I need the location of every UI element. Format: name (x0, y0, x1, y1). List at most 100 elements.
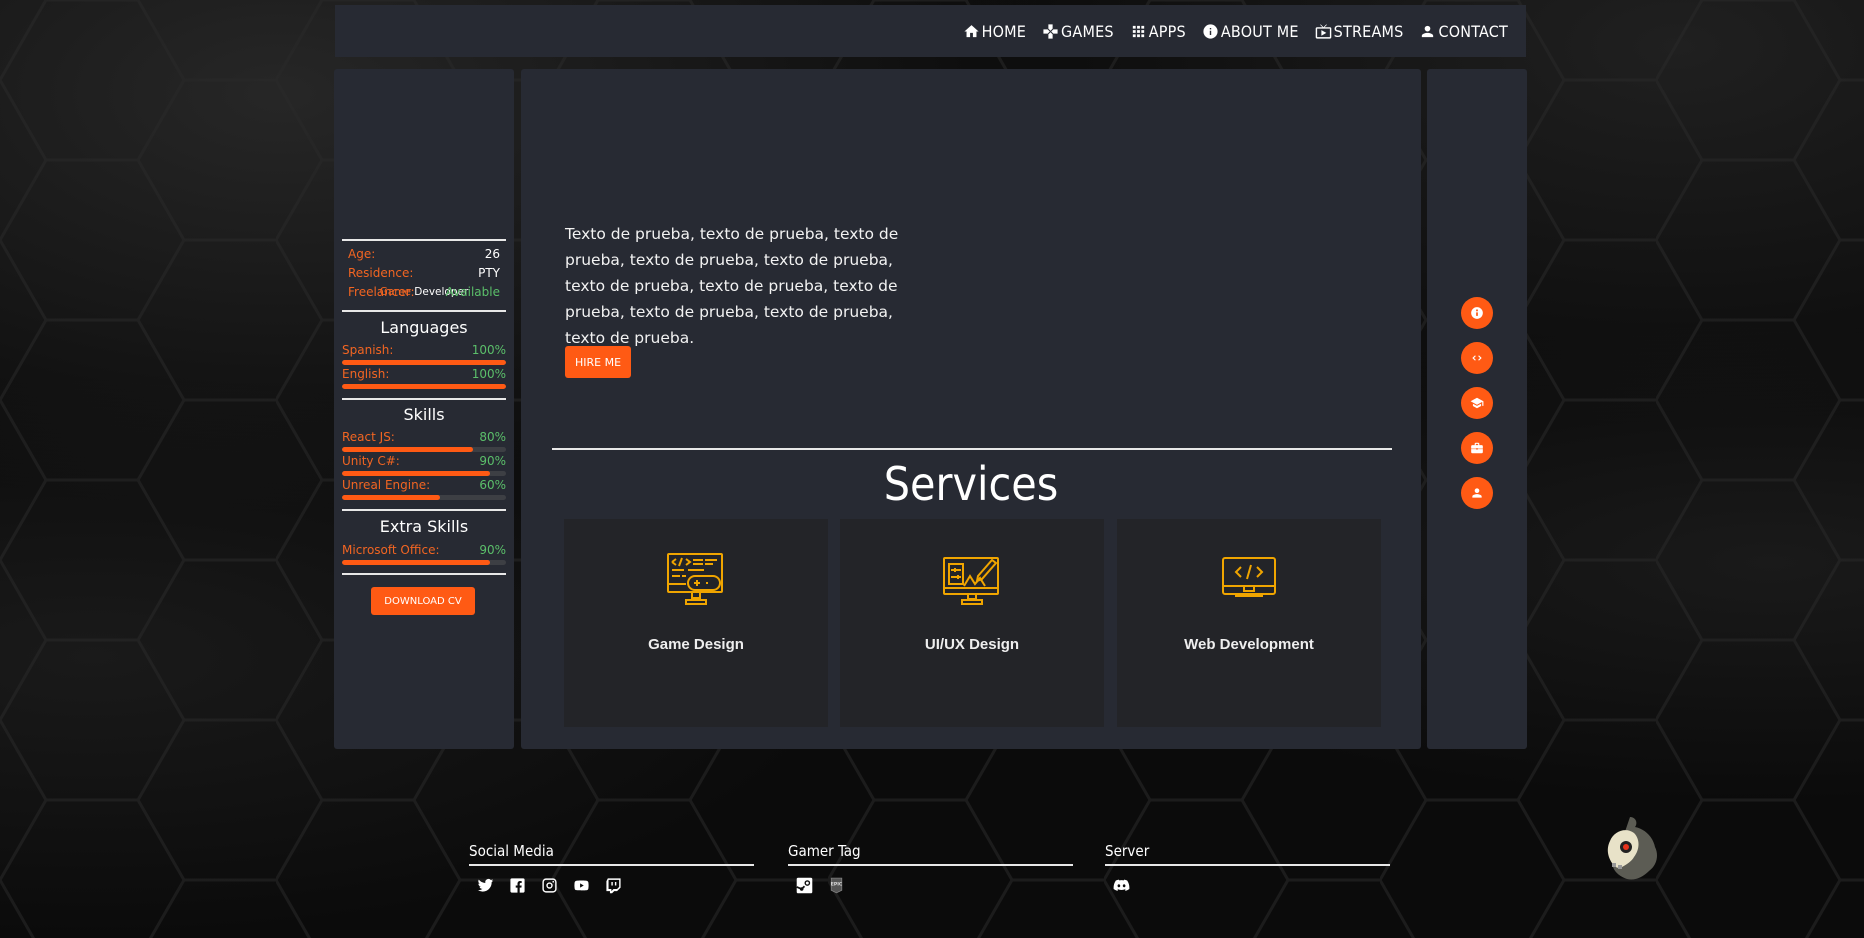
service-card-game-design[interactable]: Game Design (564, 519, 828, 727)
progress-track (342, 360, 506, 365)
nav-about-me[interactable]: ABOUT ME (1202, 22, 1299, 41)
side-nav-info-button[interactable] (1461, 297, 1493, 329)
skill-percent: 80% (479, 430, 506, 444)
svg-text:EPIC: EPIC (830, 881, 842, 887)
service-card-uiux-design[interactable]: UI/UX Design (840, 519, 1104, 727)
divider (342, 239, 506, 241)
monitor-gamepad-icon (667, 553, 723, 605)
progress-track (342, 495, 506, 500)
apps-grid-icon (1132, 25, 1144, 37)
service-title: UI/UX Design (924, 636, 1020, 653)
briefcase-icon (1471, 442, 1483, 454)
side-nav-experience-button[interactable] (1461, 432, 1493, 464)
service-title: Game Design (648, 636, 744, 653)
section-divider (552, 448, 1392, 450)
skill-percent: 100% (471, 343, 506, 357)
info-icon (1471, 307, 1483, 319)
side-nav-contact-button[interactable] (1461, 477, 1493, 509)
progress-track (342, 447, 506, 452)
tv-play-icon (1315, 23, 1331, 39)
skill-row: Microsoft Office: 90% (342, 543, 506, 565)
info-residence: Residence: PTY (348, 266, 500, 280)
youtube-link[interactable] (571, 875, 591, 895)
epic-games-link[interactable]: EPIC (826, 875, 846, 895)
info-label: Freelancer: (348, 285, 415, 299)
skill-label: React JS: (342, 430, 395, 444)
steam-link[interactable] (794, 875, 814, 895)
info-label: Age: (348, 247, 376, 261)
twitch-link[interactable] (603, 875, 623, 895)
nav-home-label: HOME (981, 21, 1027, 41)
service-card-web-development[interactable]: Web Development (1117, 519, 1381, 727)
steam-icon (795, 877, 812, 893)
main-content: Texto de prueba, texto de prueba, texto … (521, 69, 1421, 749)
epic-games-icon: EPIC (830, 877, 842, 893)
top-navbar: HOME GAMES APPS ABOUT ME STREAMS CONTACT (335, 5, 1526, 57)
skill-row: Unreal Engine: 60% (342, 478, 506, 500)
side-nav-code-button[interactable] (1461, 342, 1493, 374)
person-icon (1422, 25, 1434, 37)
divider (342, 310, 506, 312)
info-freelancer: Freelancer: Available (348, 285, 500, 299)
nav-streams[interactable]: STREAMS (1315, 22, 1404, 41)
info-value: Available (445, 285, 500, 299)
skill-percent: 60% (479, 478, 506, 492)
nav-contact-label: CONTACT (1438, 21, 1508, 41)
profile-sidebar: Game Developer Age: 26 Residence: PTY Fr… (334, 69, 514, 749)
twitter-link[interactable] (475, 875, 495, 895)
nav-home[interactable]: HOME (963, 22, 1026, 41)
hire-me-button[interactable]: HIRE ME (565, 346, 631, 378)
progress-fill (342, 560, 490, 565)
progress-track (342, 560, 506, 565)
instagram-link[interactable] (539, 875, 559, 895)
progress-track (342, 384, 506, 389)
download-cv-button[interactable]: DOWNLOAD CV (371, 587, 475, 615)
nav-streams-label: STREAMS (1333, 21, 1404, 41)
facebook-icon (509, 877, 525, 893)
progress-fill (342, 495, 441, 500)
intro-text: Texto de prueba, texto de prueba, texto … (565, 225, 899, 347)
skill-row: React JS: 80% (342, 430, 506, 452)
nav-games-label: GAMES (1061, 21, 1114, 41)
languages-title: Languages (380, 318, 468, 337)
divider (342, 573, 506, 575)
info-icon (1203, 23, 1218, 39)
service-title: Web Development (1184, 636, 1314, 653)
skill-row: Unity C#: 90% (342, 454, 506, 476)
footer-server-title: Server (1105, 842, 1390, 866)
skill-percent: 100% (471, 367, 506, 381)
footer-gamer-tag: Gamer Tag EPIC (788, 842, 1073, 895)
skill-label: Spanish: (342, 343, 394, 357)
info-age: Age: 26 (348, 247, 500, 261)
ghost-mascot-image (1607, 817, 1657, 880)
info-value: PTY (478, 266, 500, 280)
home-icon (963, 24, 979, 37)
discord-link[interactable] (1111, 875, 1131, 895)
youtube-icon (573, 880, 589, 890)
extra-skills-title: Extra Skills (379, 517, 469, 536)
nav-apps-label: APPS (1148, 21, 1186, 41)
nav-contact[interactable]: CONTACT (1419, 22, 1508, 41)
skill-row: Spanish: 100% (342, 343, 506, 365)
skill-row: English: 100% (342, 367, 506, 389)
monitor-design-icon (943, 557, 999, 605)
footer-social-media: Social Media (469, 842, 754, 895)
progress-fill (342, 384, 506, 389)
divider (342, 509, 506, 511)
facebook-link[interactable] (507, 875, 527, 895)
progress-fill (342, 447, 474, 452)
skill-label: Unity C#: (342, 454, 400, 468)
nav-games[interactable]: GAMES (1042, 22, 1114, 41)
twitch-icon (605, 877, 621, 893)
skill-label: Microsoft Office: (342, 543, 440, 557)
footer-gamer-title: Gamer Tag (788, 842, 1073, 866)
instagram-icon (541, 877, 557, 893)
side-nav-education-button[interactable] (1461, 387, 1493, 419)
info-label: Residence: (348, 266, 414, 280)
skills-title: Skills (403, 405, 445, 424)
progress-fill (342, 471, 490, 476)
info-value: 26 (484, 247, 500, 261)
nav-apps[interactable]: APPS (1130, 22, 1186, 41)
discord-icon (1113, 879, 1129, 891)
progress-track (342, 471, 506, 476)
